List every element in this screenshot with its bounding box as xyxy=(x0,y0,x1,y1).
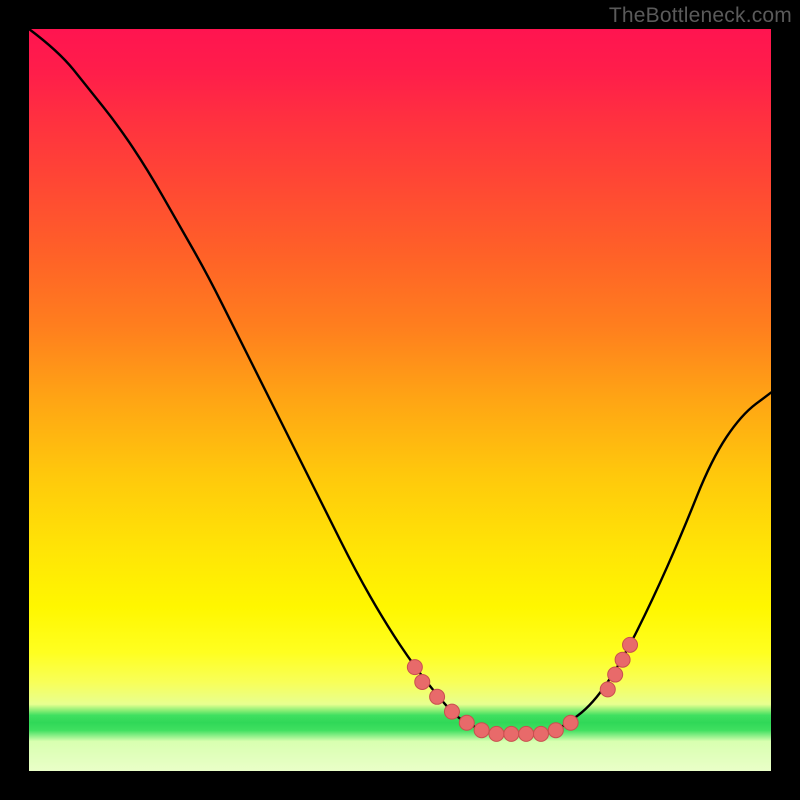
chart-svg xyxy=(29,29,771,771)
highlight-dot xyxy=(489,726,504,741)
highlight-dot xyxy=(533,726,548,741)
highlight-dots-group xyxy=(407,637,637,741)
highlight-dot xyxy=(444,704,459,719)
bottleneck-curve xyxy=(29,29,771,734)
highlight-dot xyxy=(563,715,578,730)
highlight-dot xyxy=(504,726,519,741)
highlight-dot xyxy=(415,674,430,689)
highlight-dot xyxy=(623,637,638,652)
chart-frame: TheBottleneck.com xyxy=(0,0,800,800)
highlight-dot xyxy=(608,667,623,682)
watermark-text: TheBottleneck.com xyxy=(609,4,792,28)
highlight-dot xyxy=(459,715,474,730)
highlight-dot xyxy=(407,660,422,675)
highlight-dot xyxy=(430,689,445,704)
highlight-dot xyxy=(615,652,630,667)
highlight-dot xyxy=(600,682,615,697)
highlight-dot xyxy=(474,723,489,738)
highlight-dot xyxy=(519,726,534,741)
chart-plot-area xyxy=(29,29,771,771)
highlight-dot xyxy=(548,723,563,738)
